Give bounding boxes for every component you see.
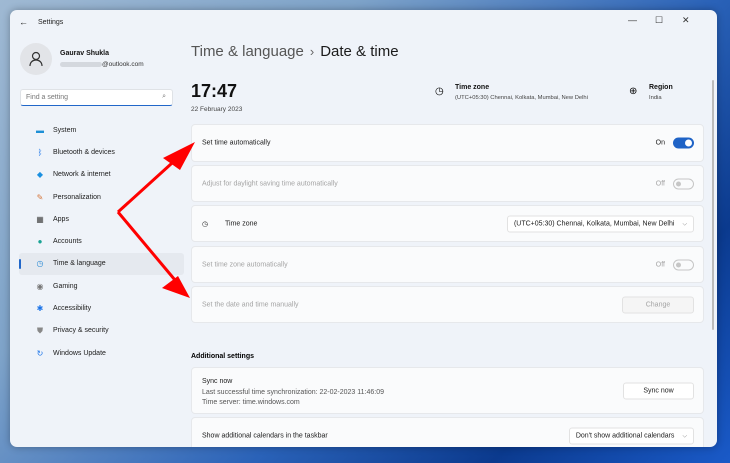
sidebar-item-label: Apps <box>53 215 69 223</box>
system-icon: ▬ <box>36 125 44 135</box>
region-label: Region <box>649 84 673 91</box>
sidebar-item-label: Privacy & security <box>53 327 109 335</box>
breadcrumb-parent[interactable]: Time & language <box>191 43 304 60</box>
accounts-icon: ● <box>37 237 43 247</box>
sidebar-item-label: Windows Update <box>53 349 106 357</box>
set-date-time-manually-row: Set the date and time manually Change <box>191 286 704 323</box>
avatar <box>20 43 52 75</box>
change-button[interactable]: Change <box>622 296 694 313</box>
sidebar-item-bluetooth-devices[interactable]: ᛒ Bluetooth & devices <box>19 141 184 163</box>
chevron-down-icon: ⌵ <box>682 433 687 439</box>
calendars-dropdown[interactable]: Don't show additional calendars ⌵ <box>568 427 694 444</box>
sidebar-item-label: Network & internet <box>53 171 111 179</box>
network-internet-icon: ◆ <box>36 170 44 180</box>
current-time: 17:47 <box>191 81 238 101</box>
timezone-dropdown-value: (UTC+05:30) Chennai, Kolkata, Mumbai, Ne… <box>513 220 675 227</box>
email-domain: @outlook.com <box>102 61 144 68</box>
sidebar-item-label: Accounts <box>53 238 82 246</box>
daylight-saving-row: Adjust for daylight saving time automati… <box>191 165 704 202</box>
redacted-email <box>60 61 102 67</box>
time-language-icon: ◷ <box>36 259 44 269</box>
sync-server: Time server: time.windows.com <box>202 399 300 406</box>
header-region: ⊕ Region India <box>629 84 673 101</box>
manual-label: Set the date and time manually <box>202 301 299 308</box>
set-time-automatically-row: Set time automatically On <box>191 124 704 162</box>
privacy-security-icon: ⛊ <box>37 325 43 335</box>
set-time-auto-toggle[interactable] <box>673 137 694 149</box>
region-value: India <box>649 95 662 101</box>
main-content: Time & language › Date & time 17:47 22 Feb… <box>191 10 717 447</box>
gaming-icon: ◉ <box>36 281 44 291</box>
sidebar-item-accessibility[interactable]: ✱ Accessibility <box>19 297 184 319</box>
back-button[interactable]: ← <box>19 17 28 27</box>
daylight-label: Adjust for daylight saving time automati… <box>202 180 338 187</box>
sidebar-item-time-language[interactable]: ◷ Time & language <box>19 252 184 276</box>
set-time-auto-label: Set time automatically <box>202 139 271 147</box>
windows-update-icon: ↻ <box>36 348 44 358</box>
set-time-auto-state: On <box>655 139 665 147</box>
daylight-toggle[interactable] <box>673 178 694 189</box>
bluetooth-devices-icon: ᛒ <box>37 147 43 157</box>
sidebar-item-label: Accessibility <box>53 305 92 313</box>
sidebar-item-label: System <box>53 126 77 134</box>
sync-now-button[interactable]: Sync now <box>623 382 694 399</box>
sidebar-item-label: Bluetooth & devices <box>53 148 115 156</box>
sync-now-row: Sync now Last successful time synchroniz… <box>191 367 704 414</box>
sidebar-item-network-internet[interactable]: ◆ Network & internet <box>19 164 184 186</box>
chevron-down-icon: ⌵ <box>682 221 687 227</box>
tz-auto-toggle[interactable] <box>673 259 694 270</box>
sidebar-nav: ▬ System ᛒ Bluetooth & devices ◆ Network & in… <box>19 119 184 364</box>
search-icon: ⌕ <box>162 93 166 100</box>
search-placeholder: Find a setting <box>26 94 69 101</box>
globe-icon: ⊕ <box>629 86 638 97</box>
sidebar-item-privacy-security[interactable]: ⛊ Privacy & security <box>19 320 184 342</box>
user-email: @outlook.com <box>60 61 144 68</box>
daylight-state: Off <box>655 180 665 187</box>
settings-window: ← Settings — ☐ ✕ Gaurav Shukla @outlook.… <box>10 10 717 447</box>
calendars-dropdown-value: Don't show additional calendars <box>575 432 675 439</box>
sidebar-item-label: Personalization <box>53 193 101 201</box>
scrollbar[interactable] <box>712 80 714 330</box>
tz-auto-state: Off <box>655 261 665 268</box>
timezone-row-label: Time zone <box>225 220 258 227</box>
sidebar-item-system[interactable]: ▬ System <box>19 119 184 141</box>
sidebar-item-windows-update[interactable]: ↻ Windows Update <box>19 342 184 364</box>
timezone-value: (UTC+05:30) Chennai, Kolkata, Mumbai, Ne… <box>455 95 588 101</box>
timezone-clock-icon: ◷ <box>435 86 444 97</box>
breadcrumb-separator: › <box>309 44 315 59</box>
header-timezone: ◷ Time zone (UTC+05:30) Chennai, Kolkata, … <box>435 84 588 101</box>
timezone-label: Time zone <box>455 84 490 91</box>
additional-calendars-row: Show additional calendars in the taskbar… <box>191 417 704 447</box>
sync-info: Sync now Last successful time synchroniz… <box>202 377 384 409</box>
current-date: 22 February 2023 <box>191 106 243 113</box>
timezone-row-icon: ◷ <box>202 220 209 228</box>
sidebar-item-apps[interactable]: ▦ Apps <box>19 208 184 230</box>
tz-auto-label: Set time zone automatically <box>202 261 288 268</box>
sync-title: Sync now <box>202 378 233 385</box>
timezone-dropdown[interactable]: (UTC+05:30) Chennai, Kolkata, Mumbai, Ne… <box>506 215 694 232</box>
time-zone-row: ◷ Time zone (UTC+05:30) Chennai, Kolkata… <box>191 205 704 242</box>
page-title: Date & time <box>320 43 399 60</box>
set-timezone-automatically-row: Set time zone automatically Off <box>191 246 704 283</box>
sync-last: Last successful time synchronization: 22… <box>202 388 384 396</box>
search-input[interactable]: Find a setting ⌕ <box>20 89 173 106</box>
additional-settings-heading: Additional settings <box>191 353 254 360</box>
sidebar-item-gaming[interactable]: ◉ Gaming <box>19 275 184 297</box>
apps-icon: ▦ <box>36 214 44 224</box>
personalization-icon: ✎ <box>36 192 44 202</box>
user-name: Gaurav Shukla <box>60 50 110 57</box>
accessibility-icon: ✱ <box>36 304 44 314</box>
calendars-label: Show additional calendars in the taskbar <box>202 432 328 439</box>
sidebar-item-label: Time & language <box>53 260 106 268</box>
breadcrumb: Time & language › Date & time <box>191 43 399 60</box>
person-icon <box>29 51 43 67</box>
sidebar-item-label: Gaming <box>53 282 78 290</box>
sidebar-item-personalization[interactable]: ✎ Personalization <box>19 186 184 208</box>
window-title: Settings <box>38 19 64 26</box>
sidebar-item-accounts[interactable]: ● Accounts <box>19 230 184 252</box>
